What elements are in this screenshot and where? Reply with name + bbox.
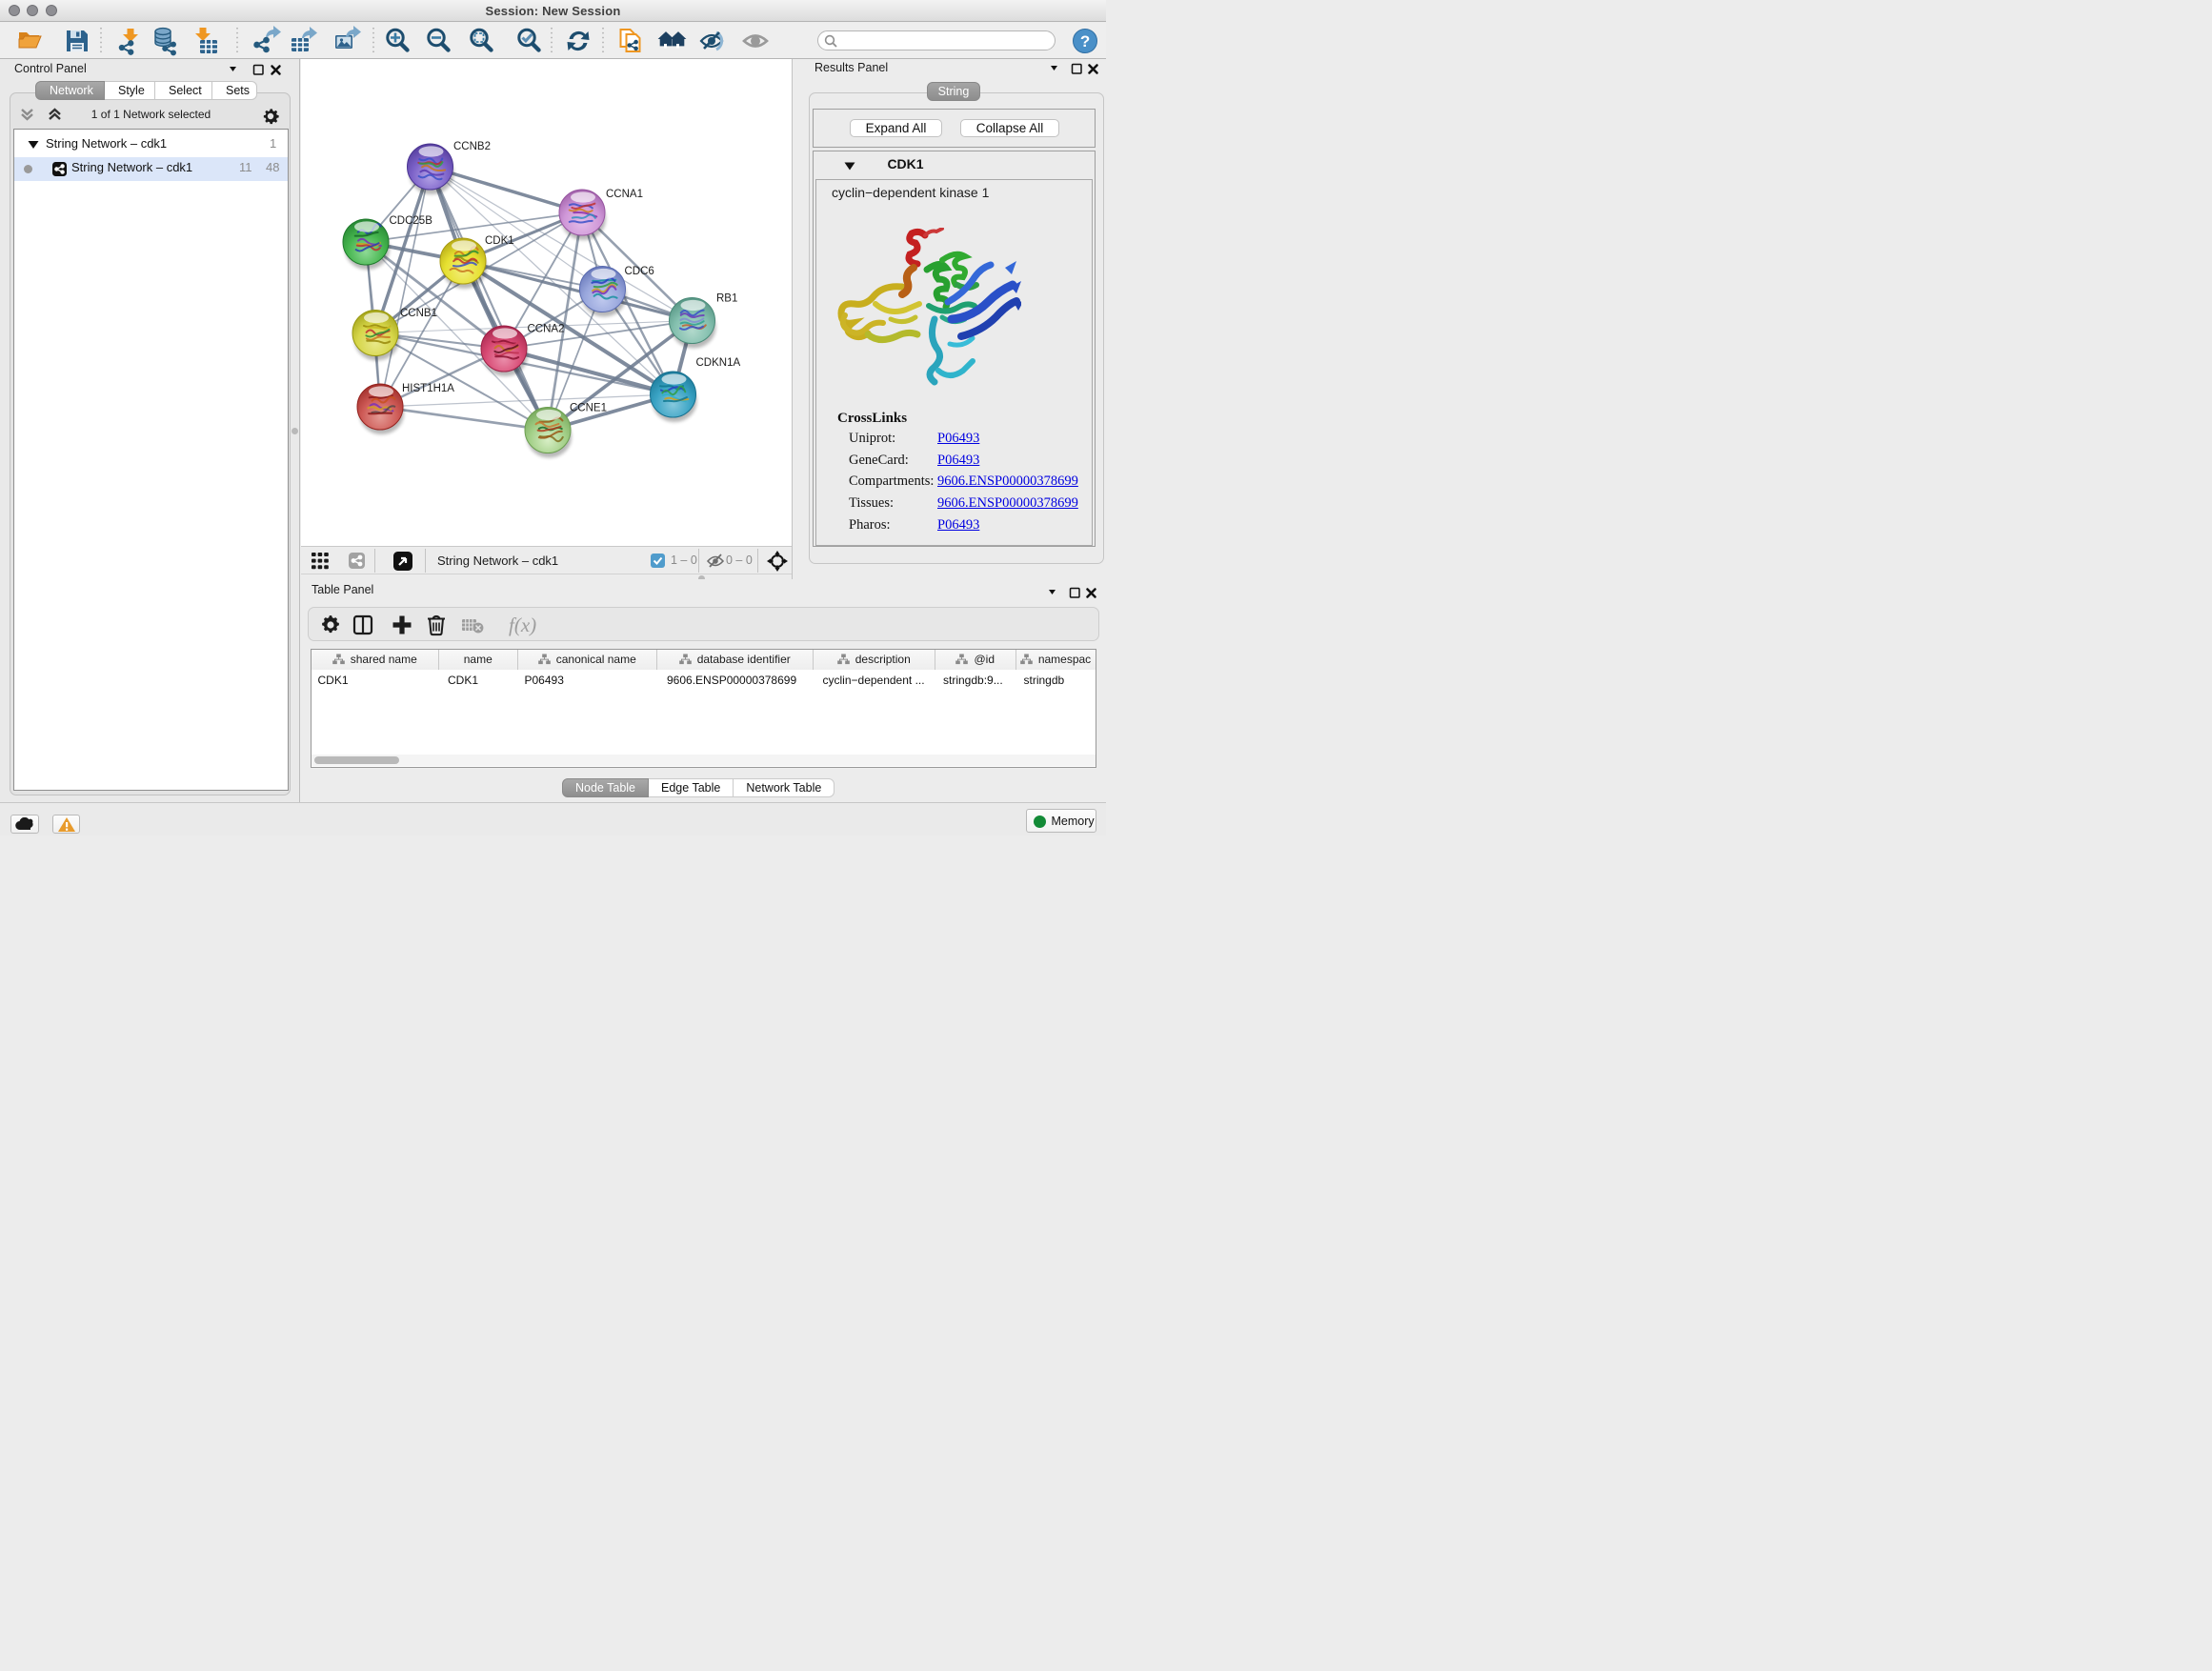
svg-text:CCNB1: CCNB1 [400, 308, 437, 319]
svg-text:f(x): f(x) [509, 614, 536, 636]
svg-text:CCNA1: CCNA1 [606, 189, 643, 200]
svg-text:CCNE1: CCNE1 [570, 403, 607, 414]
svg-text:CCNA2: CCNA2 [528, 324, 565, 335]
svg-text:CCNB2: CCNB2 [453, 141, 491, 152]
svg-text:CDKN1A: CDKN1A [696, 357, 741, 369]
svg-text:CDC25B: CDC25B [390, 215, 433, 227]
svg-text:HIST1H1A: HIST1H1A [402, 383, 454, 394]
svg-text:?: ? [1080, 32, 1090, 50]
svg-text:RB1: RB1 [716, 293, 737, 305]
svg-text:CDK1: CDK1 [485, 235, 514, 247]
svg-text:CDC6: CDC6 [625, 266, 654, 277]
